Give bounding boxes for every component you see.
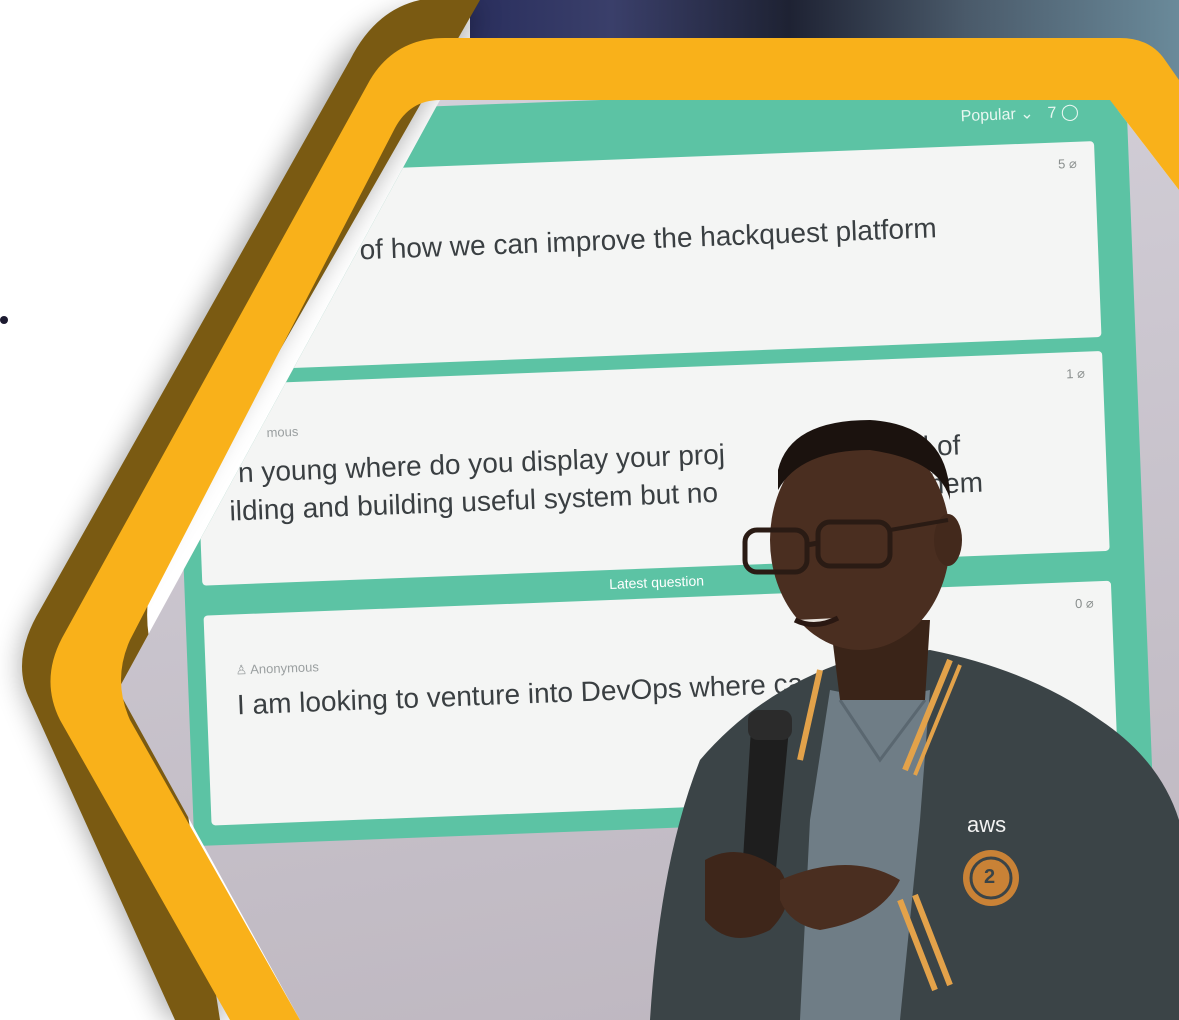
hexagon-frame (50, 38, 1179, 1020)
